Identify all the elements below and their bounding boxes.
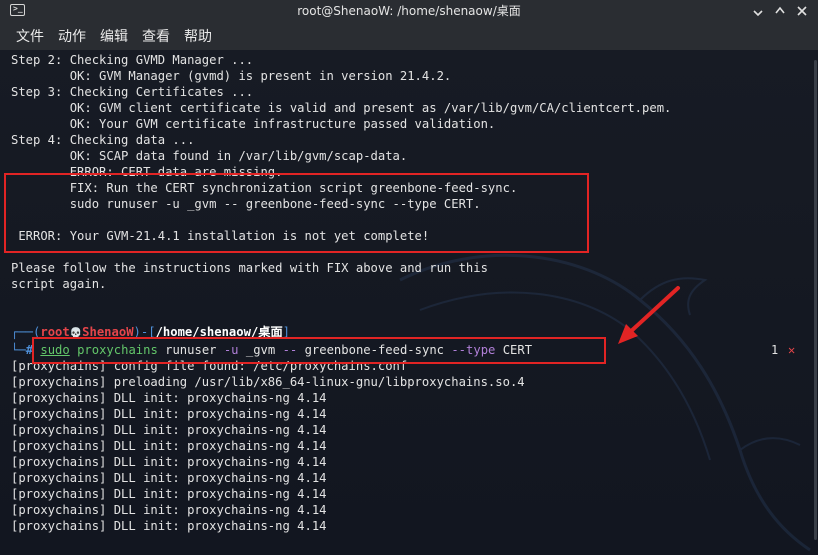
terminal-output-line: [proxychains] DLL init: proxychains-ng 4… [11,423,327,437]
menu-edit[interactable]: 编辑 [100,26,128,46]
maximize-icon[interactable] [772,3,788,19]
window-title: root@ShenaoW: /home/shenaow/桌面 [297,4,521,18]
annotation-box-command [32,337,606,364]
terminal-output-line: [proxychains] DLL init: proxychains-ng 4… [11,471,327,485]
minimize-icon[interactable] [750,3,766,19]
terminal-output-line: script again. [11,277,107,291]
terminal-output-line: [proxychains] DLL init: proxychains-ng 4… [11,455,327,469]
close-icon[interactable] [794,3,810,19]
terminal-output-line: [proxychains] DLL init: proxychains-ng 4… [11,519,327,533]
menu-action[interactable]: 动作 [58,26,86,46]
terminal-output-line: [proxychains] preloading /usr/lib/x86_64… [11,375,525,389]
menu-view[interactable]: 查看 [142,26,170,46]
terminal-output-line: Step 4: Checking data ... [11,133,195,147]
terminal-output-line: Please follow the instructions marked wi… [11,261,488,275]
annotation-arrow [618,286,680,344]
terminal-output-line: [proxychains] DLL init: proxychains-ng 4… [11,439,327,453]
menu-file[interactable]: 文件 [16,26,44,46]
terminal-output-line: OK: GVM Manager (gvmd) is present in ver… [11,69,452,83]
terminal-output-line: [proxychains] DLL init: proxychains-ng 4… [11,503,327,517]
terminal-output-line: OK: GVM client certificate is valid and … [11,101,672,115]
terminal-output-line: [proxychains] DLL init: proxychains-ng 4… [11,487,327,501]
menu-bar: 文件 动作 编辑 查看 帮助 [0,22,818,50]
terminal-output-line: [proxychains] DLL init: proxychains-ng 4… [11,407,327,421]
annotation-box-error [4,173,589,253]
exit-status-mark: ✕ [788,343,796,357]
terminal-output-line: [proxychains] DLL init: proxychains-ng 4… [11,391,327,405]
scrollbar[interactable] [814,60,817,540]
terminal-output-line: OK: SCAP data found in /var/lib/gvm/scap… [11,149,408,163]
terminal-area[interactable]: Step 2: Checking GVMD Manager ... OK: GV… [0,50,818,555]
title-bar: >_ root@ShenaoW: /home/shenaow/桌面 [0,0,818,22]
menu-help[interactable]: 帮助 [184,26,212,46]
terminal-output-line: Step 3: Checking Certificates ... [11,85,254,99]
terminal-output-line: OK: Your GVM certificate infrastructure … [11,117,496,131]
exit-status-count: 1 [771,343,779,357]
terminal-output-line: Step 2: Checking GVMD Manager ... [11,53,254,67]
